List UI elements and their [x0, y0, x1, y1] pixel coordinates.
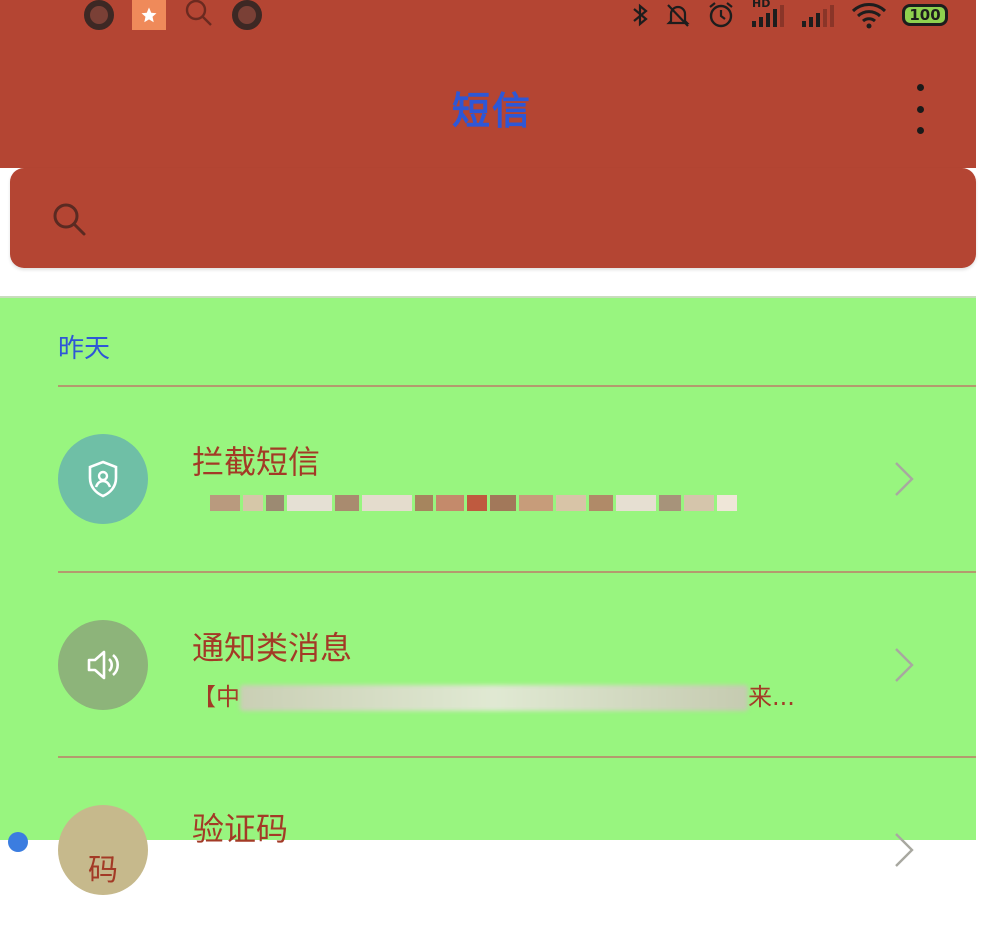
- list-item-notifications[interactable]: 通知类消息 【中 来...: [0, 573, 976, 757]
- screen-edge: [976, 0, 1002, 840]
- search-input[interactable]: [10, 168, 976, 268]
- battery-icon: 100: [902, 4, 948, 26]
- subtitle-prefix: 【中: [192, 683, 240, 711]
- signal-icon: [802, 5, 834, 27]
- more-dot-icon: [916, 127, 924, 134]
- ring-icon: [232, 0, 262, 30]
- list-item-blocked-sms[interactable]: 拦截短信: [0, 387, 976, 571]
- battery-level: 100: [909, 6, 941, 24]
- bluetooth-icon: [633, 3, 648, 27]
- search-small-icon: [184, 0, 214, 32]
- star-icon: [132, 0, 166, 30]
- item-title: 通知类消息: [192, 629, 353, 667]
- app-header: HD 100 短信: [0, 0, 976, 168]
- more-options-button[interactable]: [906, 84, 934, 134]
- chevron-right-icon: [895, 648, 914, 682]
- wifi-icon: [851, 3, 887, 29]
- code-badge-icon: 码: [58, 805, 148, 895]
- more-dot-icon: [916, 84, 924, 91]
- item-subtitle: 【中 来...: [192, 677, 795, 712]
- item-title: 验证码: [192, 810, 289, 848]
- speaker-icon: [58, 620, 148, 710]
- page-title: 短信: [451, 89, 532, 133]
- more-dot-icon: [916, 105, 924, 113]
- chevron-right-icon: [895, 833, 914, 867]
- status-bar-right: HD 100: [630, 0, 948, 30]
- mute-bell-icon: [666, 4, 690, 27]
- chevron-right-icon: [895, 462, 914, 496]
- status-bar-left: [84, 0, 262, 30]
- shield-user-icon: [58, 434, 148, 524]
- section-label-yesterday: 昨天: [58, 334, 111, 364]
- subtitle-suffix: 来...: [748, 683, 795, 711]
- message-list: 昨天 拦截短信 通知类消息 【中 来... 码 验证码: [0, 296, 976, 895]
- ring-icon: [84, 0, 114, 30]
- alarm-icon: [709, 2, 733, 28]
- item-title: 拦截短信: [192, 443, 321, 481]
- list-item-verification-code[interactable]: 码 验证码: [0, 758, 976, 942]
- icon-text: 码: [88, 853, 118, 888]
- signal-hd-icon: HD: [750, 0, 786, 29]
- unread-dot-icon: [8, 832, 28, 852]
- search-icon: [53, 203, 86, 236]
- redacted-preview: [240, 685, 748, 711]
- redacted-preview: [210, 495, 770, 511]
